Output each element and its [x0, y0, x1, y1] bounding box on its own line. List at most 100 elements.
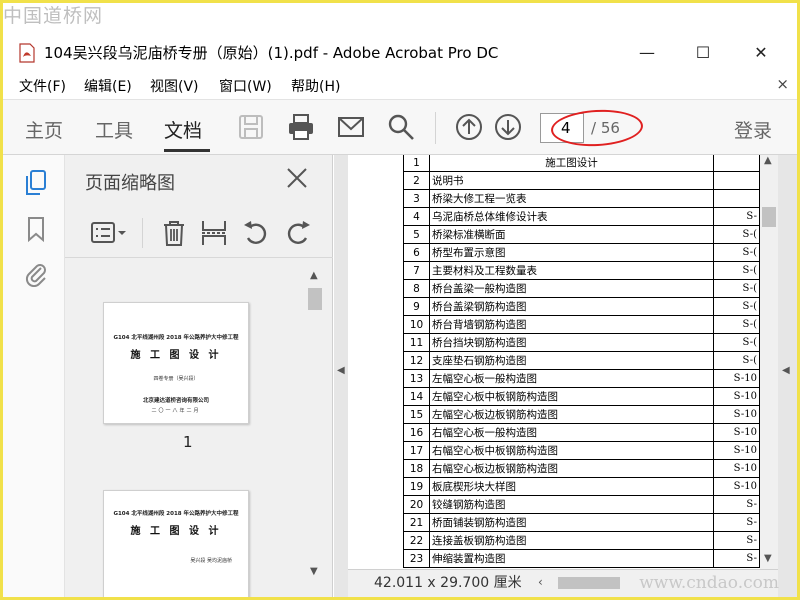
drawing-code: S-(	[713, 333, 760, 352]
table-row: 11 桥台挡块钢筋构造图 S-(	[403, 333, 760, 352]
options-menu-icon[interactable]	[89, 218, 129, 248]
thumbnail-page-number: 1	[183, 433, 193, 451]
main-toolbar: 主页 工具 文档 4 / 56 登录	[3, 99, 797, 155]
drawing-title: 铰缝钢筋构造图	[429, 495, 714, 514]
drawing-code: S-	[713, 549, 760, 568]
document-page: 1 施工图设计 2 说明书 3 桥梁大修工程一览表 4 乌泥庙桥总体维修设计表 S- 5 桥梁标准横…	[348, 155, 760, 569]
row-number: 4	[403, 207, 430, 226]
scroll-left-icon[interactable]: ‹	[538, 575, 543, 589]
table-row: 4 乌泥庙桥总体维修设计表 S-	[403, 207, 760, 226]
row-number: 12	[403, 351, 430, 370]
row-number: 20	[403, 495, 430, 514]
scroll-up-icon[interactable]: ▲	[310, 270, 318, 281]
table-row: 21 桥面铺装钢筋构造图 S-	[403, 513, 760, 532]
expand-right-panel-icon[interactable]: ◀	[782, 365, 790, 376]
drawing-index-table: 1 施工图设计 2 说明书 3 桥梁大修工程一览表 4 乌泥庙桥总体维修设计表 S- 5 桥梁标准横…	[403, 155, 760, 568]
panel-title: 页面缩略图	[85, 173, 175, 194]
drawing-code: S-10	[713, 369, 760, 388]
scroll-up-icon[interactable]: ▲	[764, 155, 772, 166]
table-row: 1 施工图设计	[403, 155, 760, 172]
close-panel-icon[interactable]	[284, 165, 310, 191]
menu-window[interactable]: 窗口(W)	[219, 76, 272, 96]
page-dimensions: 42.011 x 29.700 厘米	[374, 575, 522, 591]
attachment-icon[interactable]	[23, 259, 49, 287]
drawing-code: S-10	[713, 387, 760, 406]
scrollbar-thumb[interactable]	[762, 207, 776, 227]
drawing-code: S-10	[713, 405, 760, 424]
thumbnails-scrollbar[interactable]: ▲ ▼	[306, 270, 324, 580]
drawing-code: S-10	[713, 477, 760, 496]
drawing-title: 说明书	[429, 171, 714, 190]
menu-file[interactable]: 文件(F)	[19, 76, 66, 96]
drawing-code	[713, 155, 760, 172]
bookmark-icon[interactable]	[23, 215, 49, 243]
watermark-bottom: www.cndao.com	[639, 573, 779, 593]
thumbnail-page-1[interactable]: G104 北平线湖州段 2018 年公路养护大中修工程 施 工 图 设 计 四卷…	[103, 302, 249, 424]
table-row: 20 铰缝钢筋构造图 S-	[403, 495, 760, 514]
thumb-line: 吴兴段 吴均泥庙桥	[190, 558, 232, 564]
save-icon[interactable]	[236, 112, 266, 142]
drawing-title: 右幅空心板一般构造图	[429, 423, 714, 442]
table-row: 9 桥台盖梁钢筋构造图 S-(	[403, 297, 760, 316]
table-row: 2 说明书	[403, 171, 760, 190]
minimize-button[interactable]: —	[627, 39, 667, 67]
rotate-right-icon[interactable]	[283, 218, 313, 248]
drawing-title: 伸缩装置构造图	[429, 549, 714, 568]
drawing-title: 左幅空心板边板钢筋构造图	[429, 405, 714, 424]
tab-document[interactable]: 文档	[164, 116, 202, 143]
drawing-title: 桥梁标准横断面	[429, 225, 714, 244]
table-row: 10 桥台背墙钢筋构造图 S-(	[403, 315, 760, 334]
document-scrollbar[interactable]: ▲ ▼	[760, 155, 778, 569]
drawing-code: S-10	[713, 441, 760, 460]
scrollbar-thumb[interactable]	[308, 288, 322, 310]
drawing-title: 左幅空心板一般构造图	[429, 369, 714, 388]
table-row: 22 连接盖板钢筋构造图 S-	[403, 531, 760, 550]
panel-separator	[142, 218, 143, 248]
drawing-title: 桥台盖梁钢筋构造图	[429, 297, 714, 316]
table-row: 5 桥梁标准横断面 S-(	[403, 225, 760, 244]
previous-page-icon[interactable]	[454, 112, 484, 142]
table-row: 17 右幅空心板中板钢筋构造图 S-10	[403, 441, 760, 460]
email-icon[interactable]	[336, 112, 366, 142]
page-thumbnails-icon[interactable]	[23, 169, 49, 197]
row-number: 6	[403, 243, 430, 262]
menu-help[interactable]: 帮助(H)	[291, 76, 340, 96]
close-document-icon[interactable]: ×	[776, 75, 789, 93]
next-page-icon[interactable]	[493, 112, 523, 142]
table-row: 23 伸缩装置构造图 S-	[403, 549, 760, 568]
scroll-down-icon[interactable]: ▼	[310, 566, 318, 577]
search-icon[interactable]	[386, 112, 416, 142]
extract-pages-icon[interactable]	[199, 218, 229, 248]
drawing-code: S-(	[713, 351, 760, 370]
drawing-title: 桥型布置示意图	[429, 243, 714, 262]
collapse-panel-icon[interactable]: ◀	[337, 365, 345, 376]
row-number: 22	[403, 531, 430, 550]
row-number: 2	[403, 171, 430, 190]
drawing-code: S-	[713, 207, 760, 226]
login-button[interactable]: 登录	[734, 116, 772, 143]
drawing-title: 右幅空心板中板钢筋构造图	[429, 441, 714, 460]
maximize-button[interactable]: ☐	[683, 39, 723, 67]
drawing-title: 桥台背墙钢筋构造图	[429, 315, 714, 334]
drawing-title: 主要材料及工程数量表	[429, 261, 714, 280]
thumbnail-page-2[interactable]: G104 北平线湖州段 2018 年公路养护大中修工程 施 工 图 设 计 吴兴…	[103, 490, 249, 597]
tab-home[interactable]: 主页	[25, 116, 63, 143]
scroll-down-icon[interactable]: ▼	[764, 553, 772, 564]
table-row: 13 左幅空心板一般构造图 S-10	[403, 369, 760, 388]
menu-view[interactable]: 视图(V)	[150, 76, 199, 96]
drawing-title: 连接盖板钢筋构造图	[429, 531, 714, 550]
table-row: 18 右幅空心板边板钢筋构造图 S-10	[403, 459, 760, 478]
row-number: 1	[403, 155, 430, 172]
table-row: 15 左幅空心板边板钢筋构造图 S-10	[403, 405, 760, 424]
print-icon[interactable]	[286, 112, 316, 142]
delete-icon[interactable]	[159, 218, 189, 248]
rotate-left-icon[interactable]	[241, 218, 271, 248]
menu-edit[interactable]: 编辑(E)	[84, 76, 132, 96]
horizontal-scrollbar-thumb[interactable]	[558, 577, 620, 589]
toolbar-separator	[435, 112, 436, 144]
close-window-button[interactable]: ✕	[741, 39, 781, 67]
tab-tools[interactable]: 工具	[95, 116, 133, 143]
drawing-title: 桥台挡块钢筋构造图	[429, 333, 714, 352]
row-number: 5	[403, 225, 430, 244]
screen: 中国道桥网 104吴兴段乌泥庙桥专册（原始）(1).pdf - Adobe Ac…	[3, 3, 797, 597]
